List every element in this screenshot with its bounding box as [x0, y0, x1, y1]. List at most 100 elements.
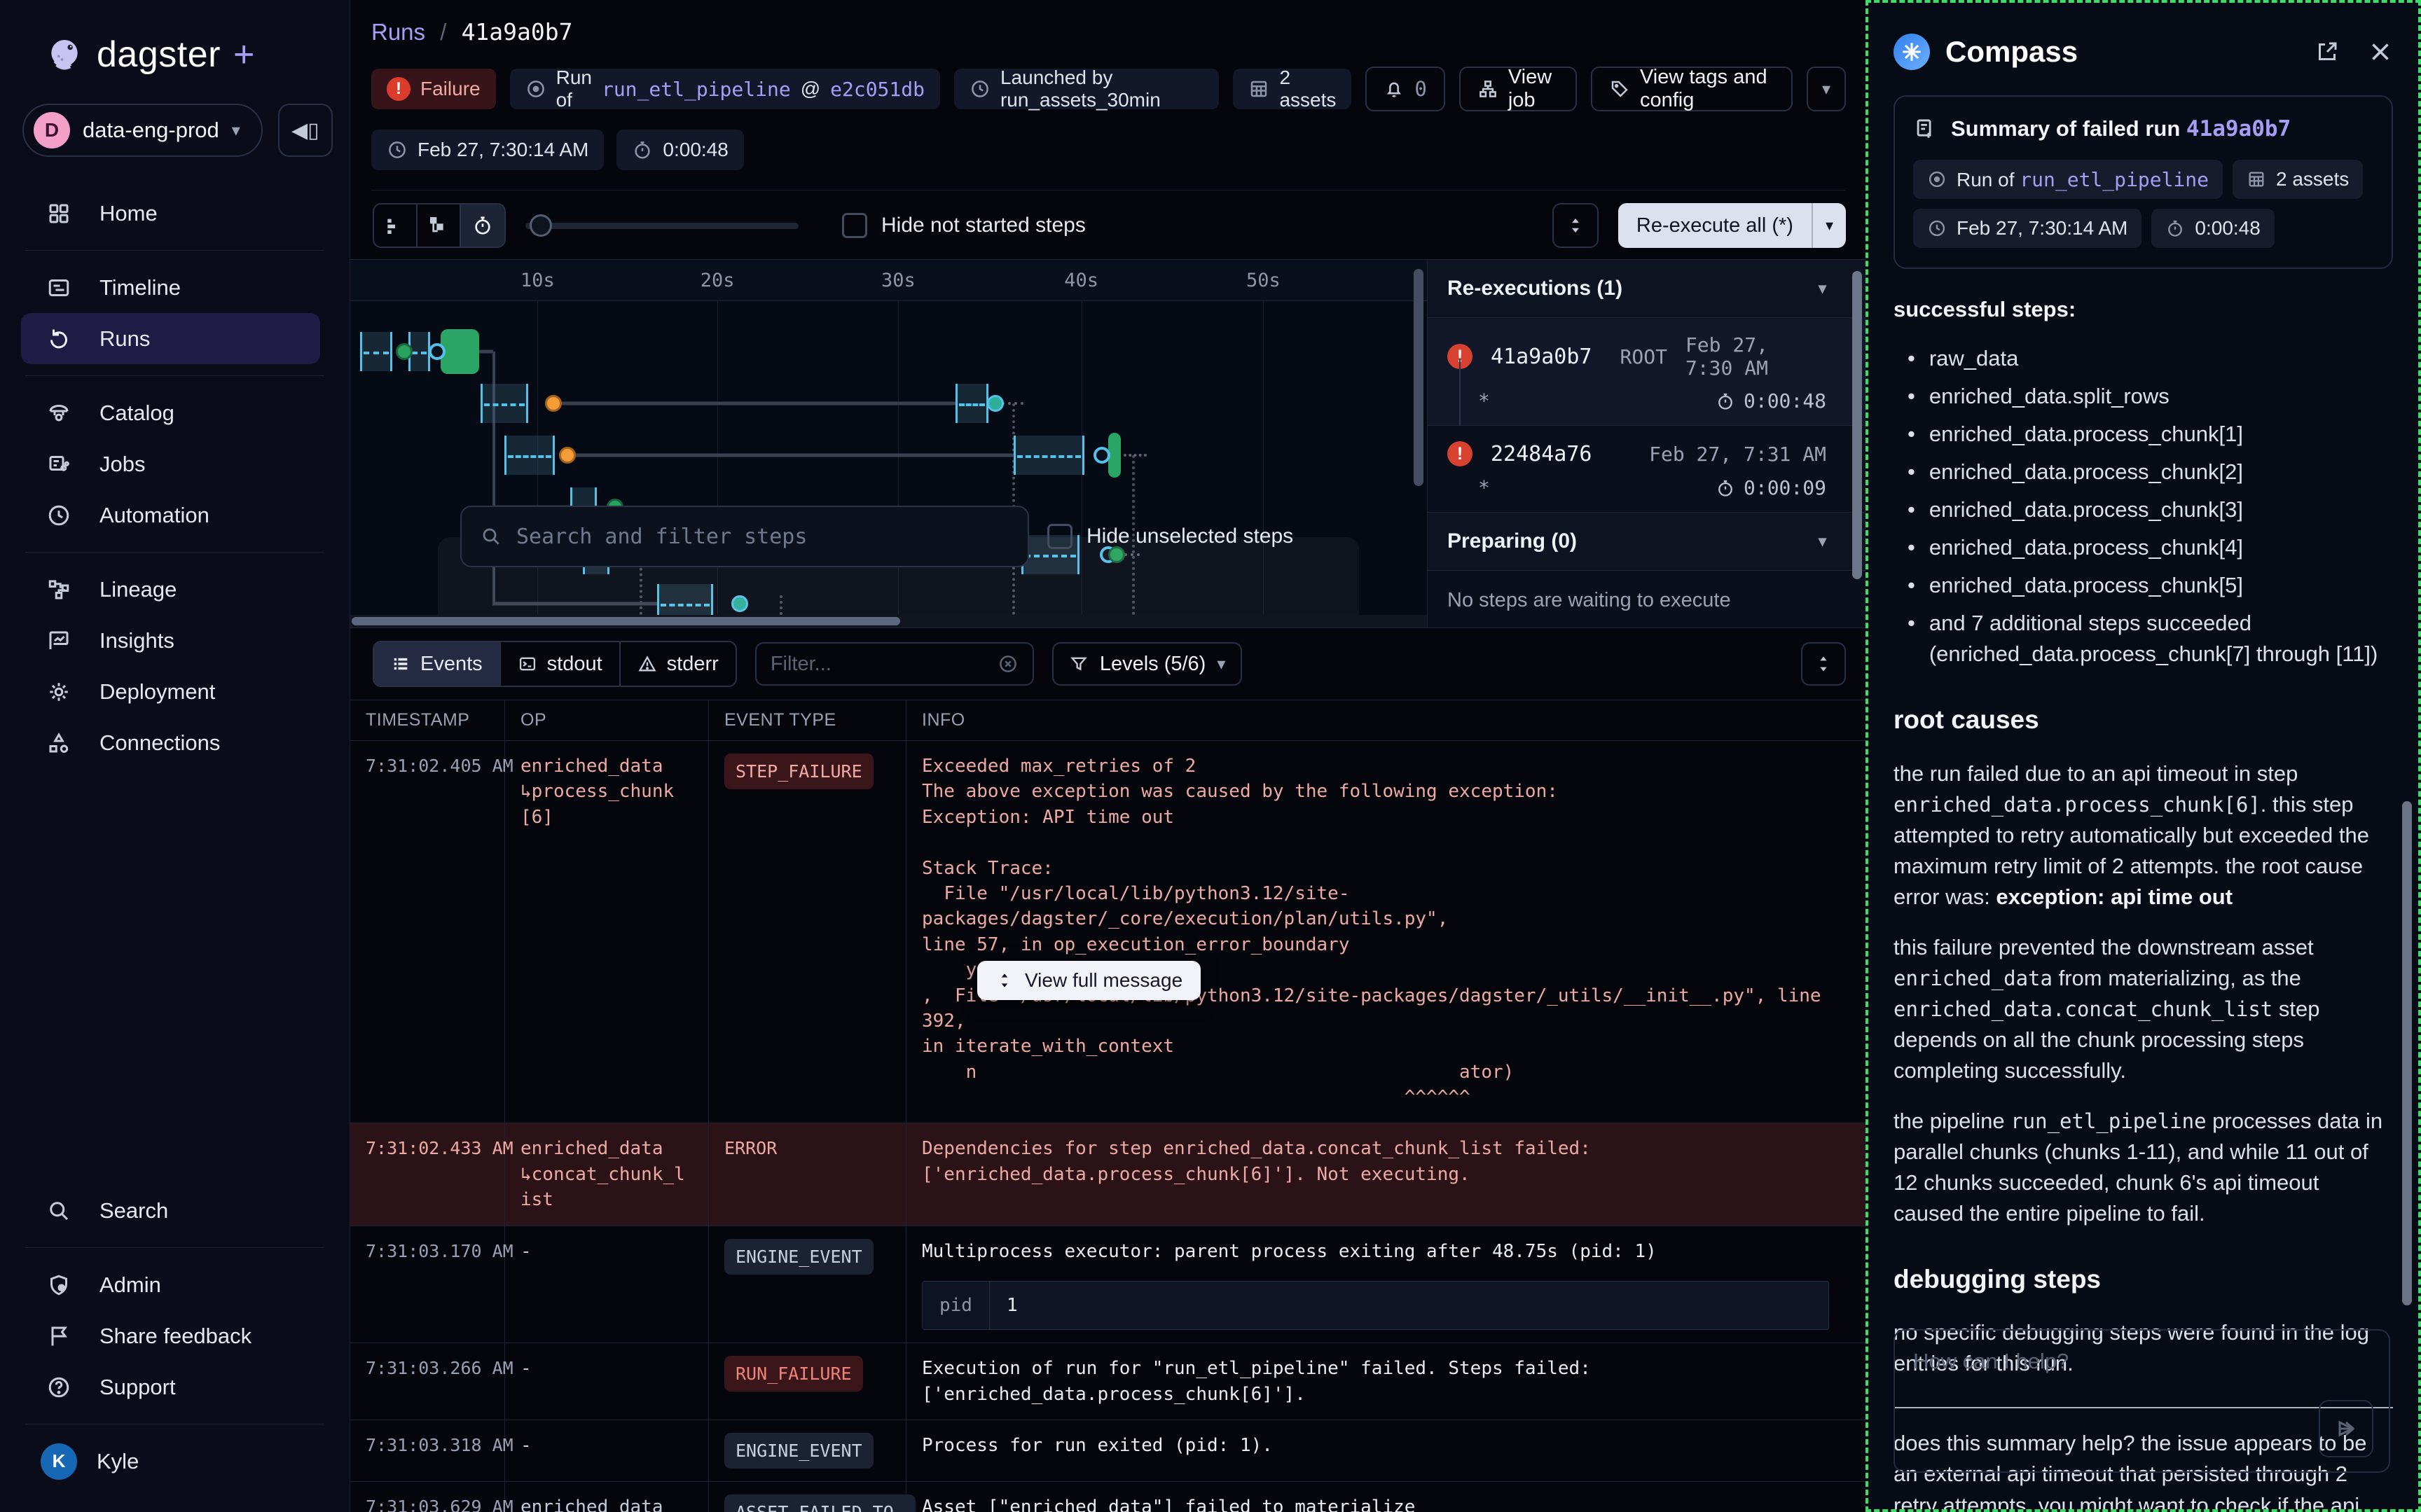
table-row[interactable]: 7:31:02.433 AMenriched_data ↳concat_chun… [350, 1123, 1865, 1226]
view-full-message-button[interactable]: View full message [977, 961, 1201, 1000]
more-actions-button[interactable]: ▾ [1807, 67, 1846, 111]
sidebar-item-connections[interactable]: Connections [0, 717, 350, 768]
table-row[interactable]: 7:31:03.266 AM-RUN_FAILUREExecution of r… [350, 1343, 1865, 1420]
sidebar-item-lineage[interactable]: Lineage [0, 564, 350, 615]
sidebar-item-support[interactable]: Support [0, 1361, 350, 1413]
reexecute-all-label[interactable]: Re-execute all (*) [1618, 203, 1812, 248]
event-type-badge: STEP_FAILURE [724, 754, 874, 789]
event-op: - [505, 1226, 709, 1343]
gantt-step-bar[interactable] [481, 384, 528, 423]
run-id-link[interactable]: 22484a76 [1491, 442, 1592, 466]
hide-not-started-checkbox[interactable]: Hide not started steps [842, 213, 1086, 238]
checkbox-icon[interactable] [1047, 524, 1072, 549]
sidebar-item-runs[interactable]: Runs [21, 313, 320, 364]
timed-view-button[interactable] [461, 204, 504, 247]
log-filter-input[interactable]: Filter... [755, 642, 1034, 686]
gantt-step-bar[interactable] [504, 436, 555, 475]
compass-chat-input[interactable]: How can I help? [1894, 1329, 2390, 1473]
gantt-marker-dot[interactable] [545, 395, 562, 412]
tab-stdout[interactable]: stdout [501, 642, 621, 686]
panel-scrollbar[interactable] [1852, 271, 1862, 579]
table-row[interactable]: 7:31:02.405 AMenriched_data ↳process_chu… [350, 741, 1865, 1123]
close-icon[interactable] [2368, 39, 2393, 64]
breadcrumb-runs-link[interactable]: Runs [371, 19, 425, 45]
sidebar-item-admin[interactable]: Admin [0, 1259, 350, 1310]
gantt-step-bar-succeeded[interactable] [441, 329, 479, 374]
gantt-step-bar-succeeded[interactable] [1108, 433, 1121, 478]
reexecutions-section-header[interactable]: Re-executions (1) ▾ [1428, 260, 1865, 318]
sidebar-item-timeline[interactable]: Timeline [0, 262, 350, 313]
gantt-marker-dot[interactable] [559, 447, 576, 464]
summary-run-id[interactable]: 41a9a0b7 [2186, 116, 2291, 141]
sidebar-item-home[interactable]: Home [0, 188, 350, 239]
warning-icon [637, 654, 657, 674]
sidebar-item-jobs[interactable]: Jobs [0, 438, 350, 490]
commit-link[interactable]: e2c051db [830, 78, 925, 101]
sidebar-item-deployment[interactable]: Deployment [0, 666, 350, 717]
user-menu[interactable]: K Kyle [0, 1436, 350, 1487]
table-row[interactable]: 7:31:03.629 AMenriched_data ↳concat_chun… [350, 1482, 1865, 1512]
assets-chip: 2 assets [2233, 160, 2363, 199]
gantt-step-bar[interactable] [360, 332, 392, 371]
view-job-button[interactable]: View job [1459, 67, 1577, 111]
sidebar-item-share-feedback[interactable]: Share feedback [0, 1310, 350, 1361]
gantt-search-box[interactable]: Search and filter steps [460, 506, 1029, 567]
app-logo[interactable]: dagster + [0, 0, 350, 76]
table-row[interactable]: 7:31:03.318 AM-ENGINE_EVENTProcess for r… [350, 1420, 1865, 1482]
waterfall-view-button[interactable] [418, 204, 461, 247]
event-info-cell: Process for run exited (pid: 1). [906, 1420, 1865, 1481]
tab-events[interactable]: Events [374, 642, 501, 686]
zoom-slider[interactable] [525, 204, 799, 247]
flat-view-button[interactable] [374, 204, 418, 247]
fit-view-button[interactable] [1552, 203, 1599, 248]
gantt-marker-dot[interactable] [396, 343, 413, 360]
gantt-marker-dot[interactable] [1094, 447, 1110, 464]
user-name: Kyle [97, 1449, 139, 1474]
reexecute-dropdown-toggle[interactable]: ▾ [1812, 203, 1846, 248]
gear-icon [46, 679, 71, 705]
deployment-selector[interactable]: D data-eng-prod ▾ [22, 104, 263, 157]
scrollbar-thumb[interactable] [352, 617, 900, 625]
expand-log-button[interactable] [1801, 642, 1846, 686]
checkbox-icon[interactable] [842, 213, 867, 238]
search-icon [46, 1198, 71, 1223]
open-external-icon[interactable] [2315, 39, 2340, 64]
target-icon [1927, 169, 1947, 189]
compass-scrollbar[interactable] [2402, 801, 2412, 1305]
reexecution-run-row[interactable]: ! 41a9a0b7 ROOT Feb 27, 7:30 AM * 0:00:4… [1428, 318, 1865, 426]
gantt-vertical-scrollbar[interactable] [1414, 269, 1423, 486]
sidebar-item-label: Share feedback [99, 1324, 251, 1349]
alerts-button[interactable]: 0 [1365, 67, 1444, 111]
gantt-chart[interactable]: 10s20s30s40s50s Search and filter steps … [350, 259, 1427, 627]
gantt-marker-dot[interactable] [987, 395, 1004, 412]
target-icon [525, 78, 546, 99]
slider-thumb[interactable] [530, 214, 552, 237]
pipeline-link[interactable]: run_etl_pipeline [602, 78, 791, 101]
preparing-section-header[interactable]: Preparing (0) ▾ [1428, 513, 1865, 571]
assets-chip[interactable]: 2 assets [1233, 69, 1351, 109]
sidebar-item-search[interactable]: Search [0, 1185, 350, 1236]
tab-stderr[interactable]: stderr [621, 642, 736, 686]
table-row[interactable]: 7:31:03.170 AM-ENGINE_EVENTMultiprocess … [350, 1226, 1865, 1344]
column-header-info: INFO [906, 700, 1865, 740]
gantt-marker-dot[interactable] [429, 343, 446, 360]
gantt-plot[interactable] [350, 301, 1427, 615]
view-tags-config-button[interactable]: View tags and config [1591, 67, 1793, 111]
sidebar-item-insights[interactable]: Insights [0, 615, 350, 666]
collapse-sidebar-button[interactable]: ◀▯ [278, 104, 333, 157]
hide-unselected-checkbox[interactable]: Hide unselected steps [1047, 524, 1293, 549]
event-op: enriched_data ↳process_chunk[6] [505, 741, 709, 1123]
gantt-step-bar[interactable] [956, 384, 989, 423]
clock-icon [387, 139, 408, 160]
gantt-step-bar[interactable] [1014, 436, 1084, 475]
reexecute-all-button[interactable]: Re-execute all (*) ▾ [1618, 203, 1846, 248]
sidebar-item-automation[interactable]: Automation [0, 490, 350, 541]
run-id-link[interactable]: 41a9a0b7 [1491, 345, 1592, 369]
sidebar-item-catalog[interactable]: Catalog [0, 387, 350, 438]
send-button[interactable] [2319, 1400, 2373, 1457]
clear-filter-icon[interactable] [998, 653, 1019, 674]
run-of-chip[interactable]: Run of run_etl_pipeline @ e2c051db [510, 69, 940, 109]
gantt-horizontal-scrollbar[interactable] [350, 615, 1427, 627]
levels-filter-dropdown[interactable]: Levels (5/6) ▾ [1052, 642, 1243, 686]
reexecution-run-row[interactable]: ! 22484a76 Feb 27, 7:31 AM * 0:00:09 [1428, 426, 1865, 513]
